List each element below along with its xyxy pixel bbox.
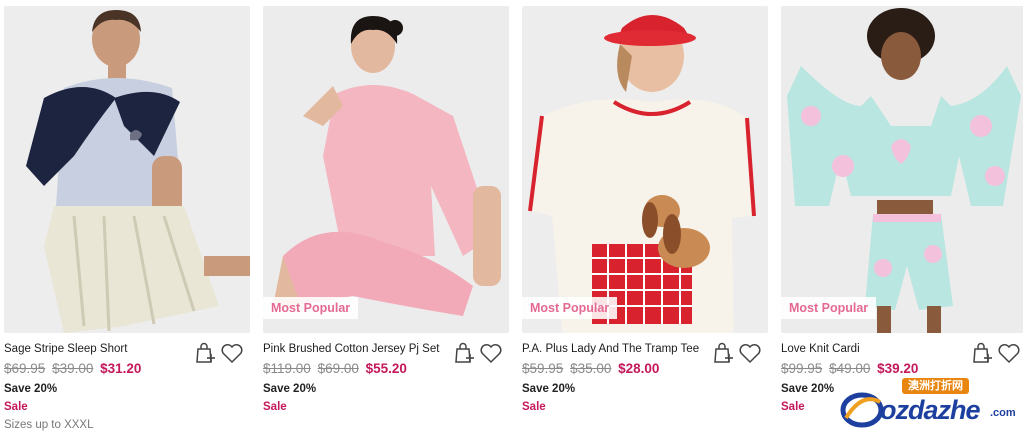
card-actions [712,342,768,364]
add-to-bag-icon[interactable] [971,342,993,364]
product-name[interactable]: Love Knit Cardi [781,342,963,357]
product-grid: Sage Stripe Sleep Short $69.95 $39.00 $3… [0,0,1023,434]
sale-label: Sale [263,401,287,413]
most-popular-badge: Most Popular [263,297,359,319]
product-image[interactable] [263,6,509,333]
product-card[interactable]: Most Popular Love Knit Cardi $99.95 $49.… [781,0,1023,434]
card-actions [453,342,509,364]
wishlist-heart-icon[interactable] [479,342,503,364]
original-price: $119.00 [263,361,311,376]
add-to-bag-icon[interactable] [712,342,734,364]
previous-price: $69.00 [317,361,359,376]
product-card[interactable]: Sage Stripe Sleep Short $69.95 $39.00 $3… [4,0,252,434]
previous-price: $35.00 [570,361,612,376]
original-price: $69.95 [4,361,46,376]
sizes-label: Sizes up to XXXL [4,419,94,431]
product-image[interactable] [522,6,768,333]
watermark-top-label: 澳洲打折网 [902,378,969,394]
add-to-bag-icon[interactable] [194,342,216,364]
watermark-logo-icon [840,392,884,428]
product-photo-sleep-short [4,6,250,333]
product-card[interactable]: Most Popular Pink Brushed Cotton Jersey … [263,0,511,434]
watermark-text: ozdazhe [880,395,981,425]
card-actions [194,342,250,364]
product-photo-lady-tramp-tee [522,6,768,333]
add-to-bag-icon[interactable] [453,342,475,364]
original-price: $99.95 [781,361,823,376]
card-actions [971,342,1023,364]
previous-price: $39.00 [52,361,94,376]
save-label: Save 20% [4,383,58,395]
product-name[interactable]: Sage Stripe Sleep Short [4,342,186,357]
sale-price: $55.20 [365,361,407,376]
site-watermark: 澳洲打折网 ozdazhe .com [840,376,1018,430]
save-label: Save 20% [522,383,576,395]
sale-label: Sale [522,401,546,413]
sale-price: $39.20 [877,361,919,376]
wishlist-heart-icon[interactable] [738,342,762,364]
wishlist-heart-icon[interactable] [997,342,1021,364]
product-image[interactable] [781,6,1023,333]
product-photo-knit-cardi [781,6,1023,333]
sale-price: $31.20 [100,361,142,376]
sale-label: Sale [4,401,28,413]
product-image[interactable] [4,6,250,333]
product-card[interactable]: Most Popular P.A. Plus Lady And The Tram… [522,0,770,434]
product-photo-pj-set [263,6,509,333]
sale-price: $28.00 [618,361,660,376]
previous-price: $49.00 [829,361,871,376]
product-name[interactable]: P.A. Plus Lady And The Tramp Tee [522,342,704,357]
most-popular-badge: Most Popular [522,297,618,319]
save-label: Save 20% [263,383,317,395]
watermark-suffix: .com [990,407,1016,419]
product-name[interactable]: Pink Brushed Cotton Jersey Pj Set [263,342,445,357]
wishlist-heart-icon[interactable] [220,342,244,364]
original-price: $59.95 [522,361,564,376]
most-popular-badge: Most Popular [781,297,877,319]
